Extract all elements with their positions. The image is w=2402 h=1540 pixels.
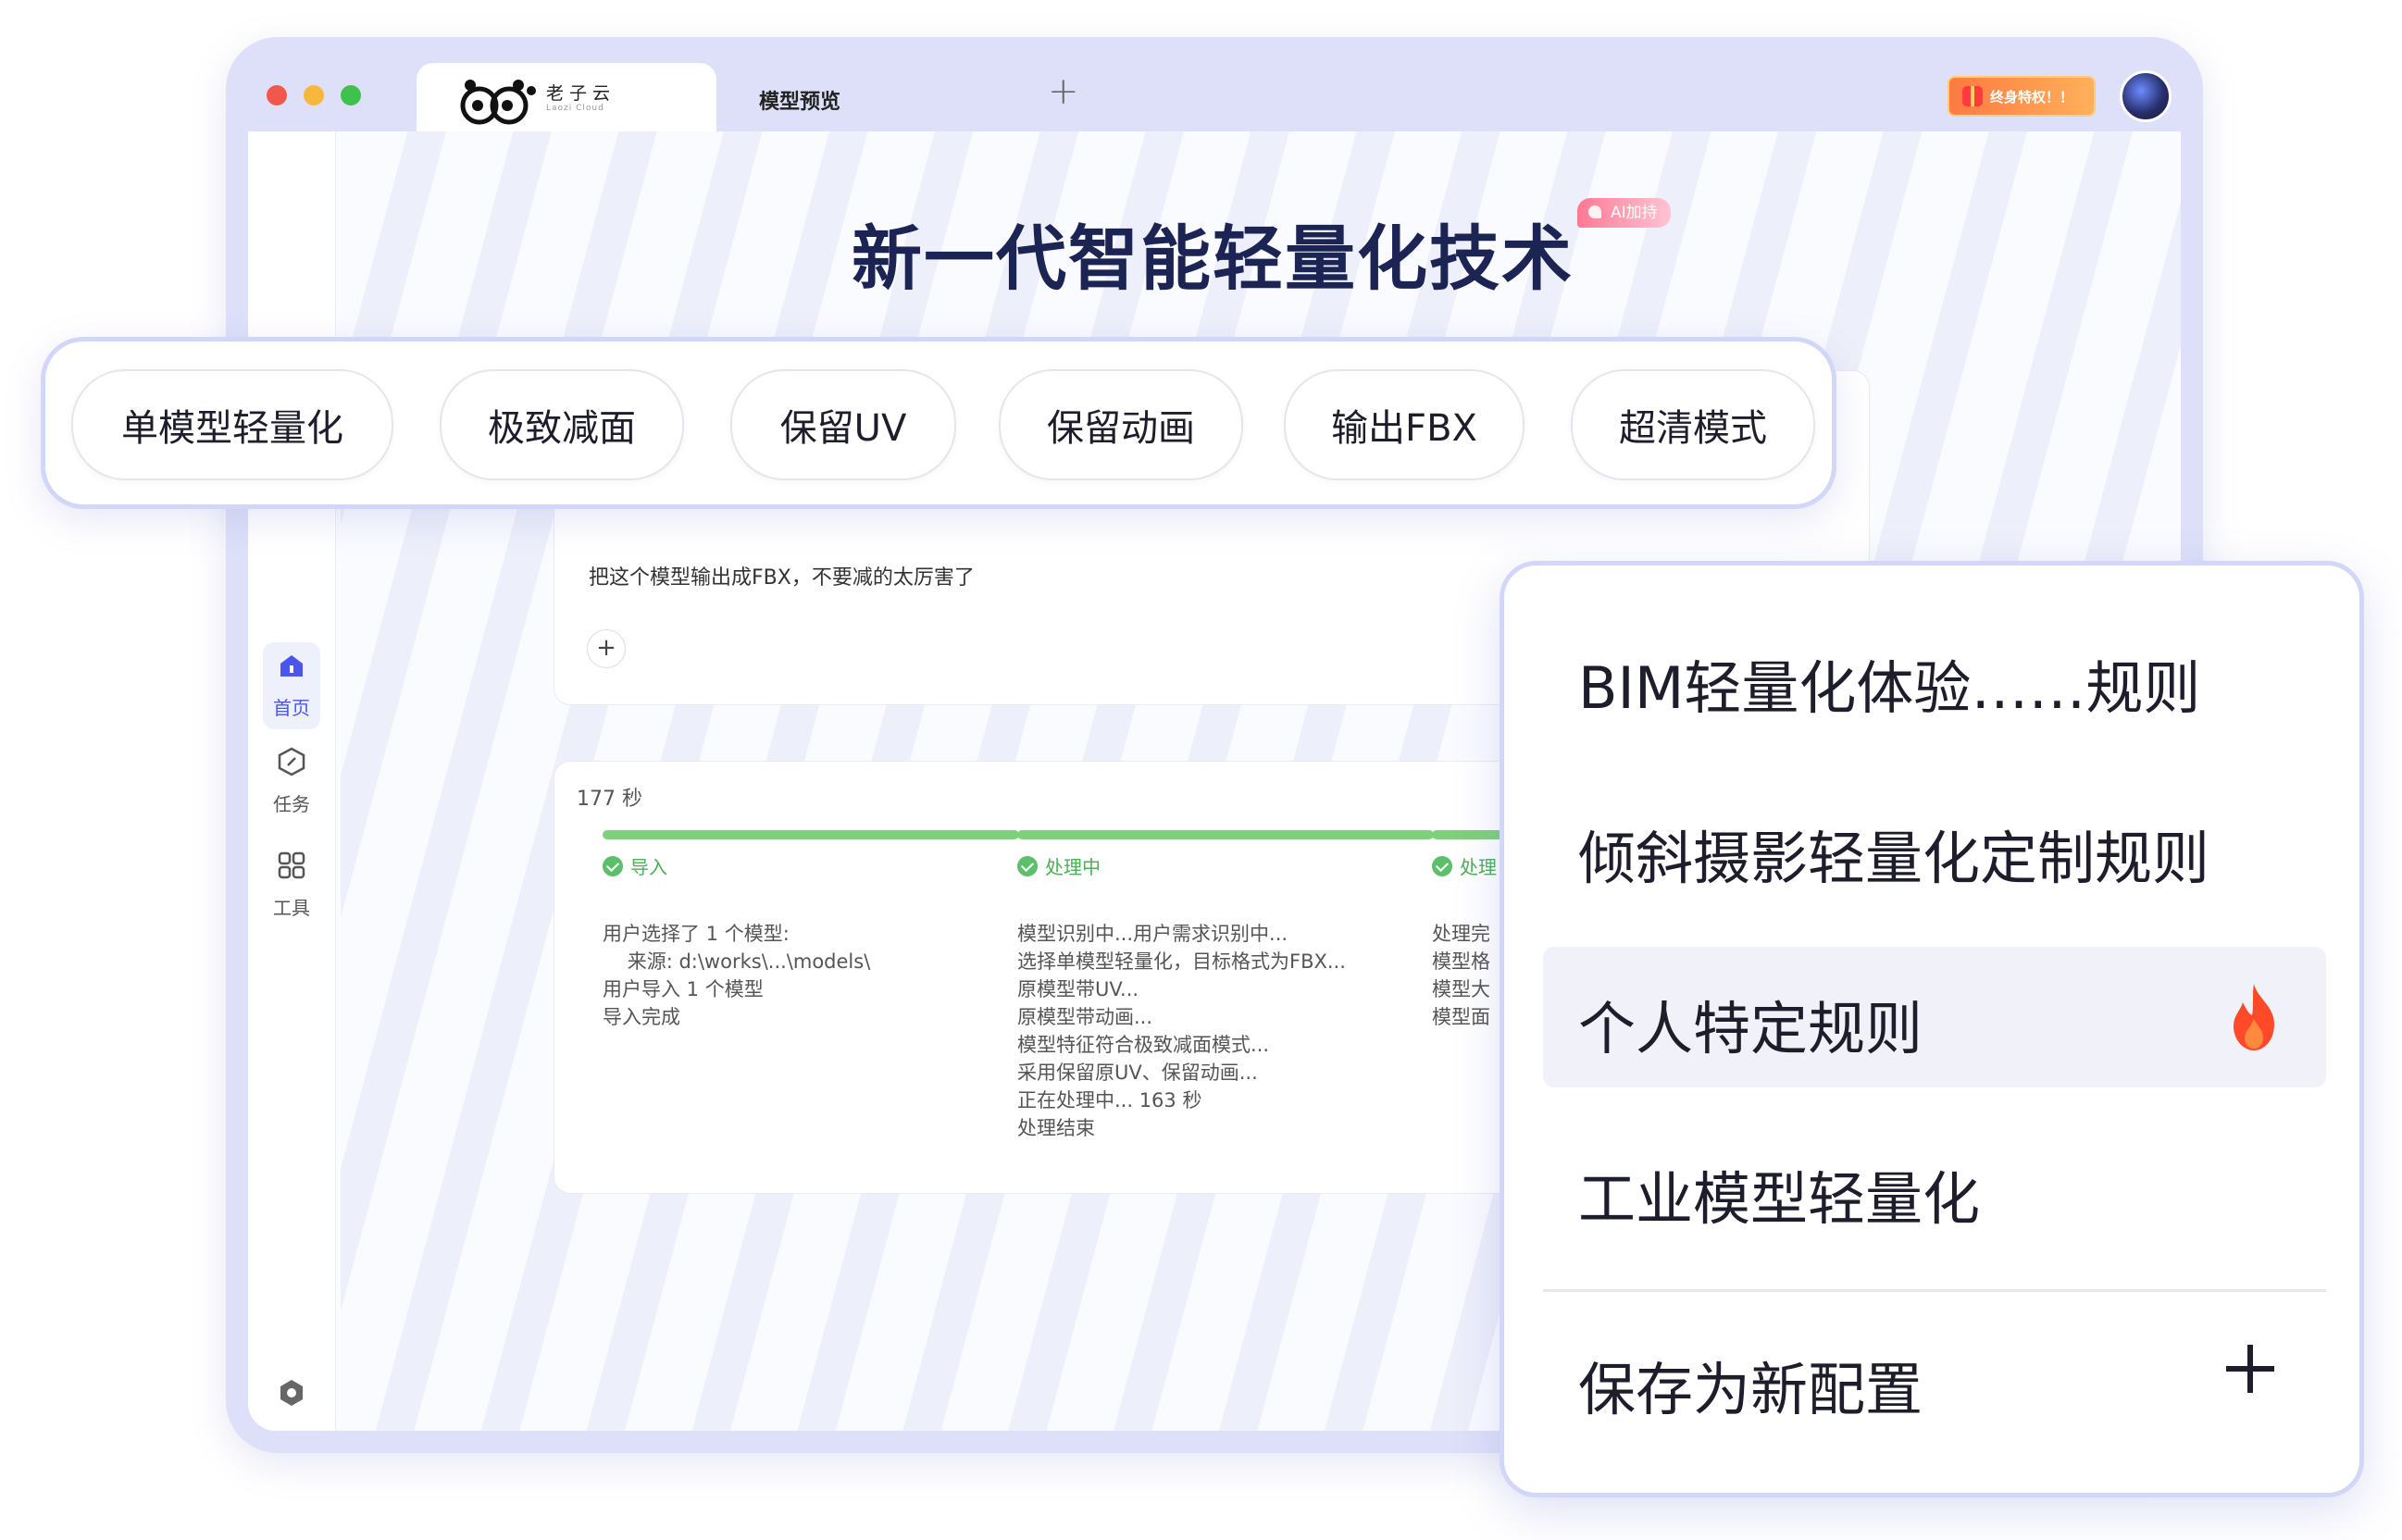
tab-model-preview[interactable]: 模型预览 <box>759 85 840 115</box>
close-window-button[interactable] <box>267 85 287 106</box>
logo-text: 老子云 <box>546 83 616 104</box>
task-icon <box>278 747 305 776</box>
check-icon <box>603 855 623 876</box>
rule-item[interactable]: 倾斜摄影轻量化定制规则 <box>1578 812 2209 895</box>
progress-bar <box>603 830 1019 839</box>
check-icon <box>1432 855 1452 876</box>
add-attachment-button[interactable]: + <box>587 629 626 668</box>
option-pill-bar: 单模型轻量化 极致减面 保留UV 保留动画 输出FBX 超清模式 <box>41 337 1836 509</box>
vip-label: 终身特权！！ <box>1990 88 2074 106</box>
sidebar-item-label: 任务 <box>273 793 310 815</box>
stage-processing: 处理中 模型识别中...用户需求识别中... 选择单模型轻量化，目标格式为FBX… <box>1017 830 1434 1142</box>
window-controls <box>267 85 361 106</box>
vip-badge[interactable]: 终身特权！！ <box>1948 76 2096 117</box>
option-keep-uv[interactable]: 保留UV <box>730 369 956 480</box>
rule-item[interactable]: 工业模型轻量化 <box>1578 1152 1980 1236</box>
option-keep-animation[interactable]: 保留动画 <box>999 369 1243 480</box>
stage-log: 模型识别中...用户需求识别中... 选择单模型轻量化，目标格式为FBX... … <box>1017 923 1346 1139</box>
stage-import: 导入 用户选择了 1 个模型: 来源: d:\works\...\models\… <box>603 830 1019 1031</box>
sidebar-item-home[interactable]: 首页 <box>263 642 320 729</box>
settings-icon[interactable] <box>276 1377 307 1409</box>
laozi-logo-icon <box>460 80 536 125</box>
avatar[interactable] <box>2120 70 2172 122</box>
gift-icon <box>1962 86 1983 106</box>
option-output-fbx[interactable]: 输出FBX <box>1284 369 1525 480</box>
stage-label-row: 处理中 <box>1017 852 1434 879</box>
rules-dropdown: BIM轻量化体验……规则 倾斜摄影轻量化定制规则 个人特定规则 工业模型轻量化 … <box>1500 561 2364 1497</box>
logo-subtext: Laozi Cloud <box>546 104 604 113</box>
option-ultra-hd[interactable]: 超清模式 <box>1571 369 1815 480</box>
check-icon <box>1017 855 1038 876</box>
maximize-window-button[interactable] <box>341 85 361 106</box>
option-single-model[interactable]: 单模型轻量化 <box>71 369 393 480</box>
progress-bar <box>1017 830 1434 839</box>
chat-message: 把这个模型输出成FBX，不要减的太厉害了 <box>589 566 975 590</box>
sidebar-item-task[interactable]: 任务 <box>263 746 320 816</box>
page-title: 新一代智能轻量化技术 <box>852 217 1574 300</box>
sidebar-item-label: 工具 <box>273 897 310 919</box>
stage-log: 用户选择了 1 个模型: 来源: d:\works\...\models\ 用户… <box>603 923 871 1028</box>
plus-icon[interactable] <box>2222 1341 2278 1397</box>
stage-label: 处理中 <box>1045 856 1101 878</box>
rule-item[interactable]: BIM轻量化体验……规则 <box>1578 641 2200 725</box>
divider <box>1543 1289 2326 1292</box>
tab-home[interactable]: 老子云 Laozi Cloud <box>417 63 716 131</box>
ai-badge: AI加持 <box>1577 198 1671 228</box>
sidebar-item-tools[interactable]: 工具 <box>263 850 320 920</box>
new-tab-button[interactable]: + <box>1048 70 1079 113</box>
save-config-button[interactable]: 保存为新配置 <box>1578 1343 1923 1426</box>
option-extreme-reduction[interactable]: 极致减面 <box>440 369 684 480</box>
stage-label-row: 导入 <box>603 852 1019 879</box>
sidebar: 首页 任务 工具 <box>248 131 336 1431</box>
sidebar-item-label: 首页 <box>273 697 310 719</box>
tools-icon <box>278 851 305 879</box>
minimize-window-button[interactable] <box>304 85 324 106</box>
flame-icon <box>2234 984 2274 1050</box>
stage-label: 处理 <box>1460 856 1497 878</box>
stage-label: 导入 <box>630 856 667 878</box>
elapsed-timer: 177 秒 <box>577 788 642 811</box>
rule-item-selected[interactable]: 个人特定规则 <box>1578 982 1923 1065</box>
home-icon <box>280 655 303 677</box>
